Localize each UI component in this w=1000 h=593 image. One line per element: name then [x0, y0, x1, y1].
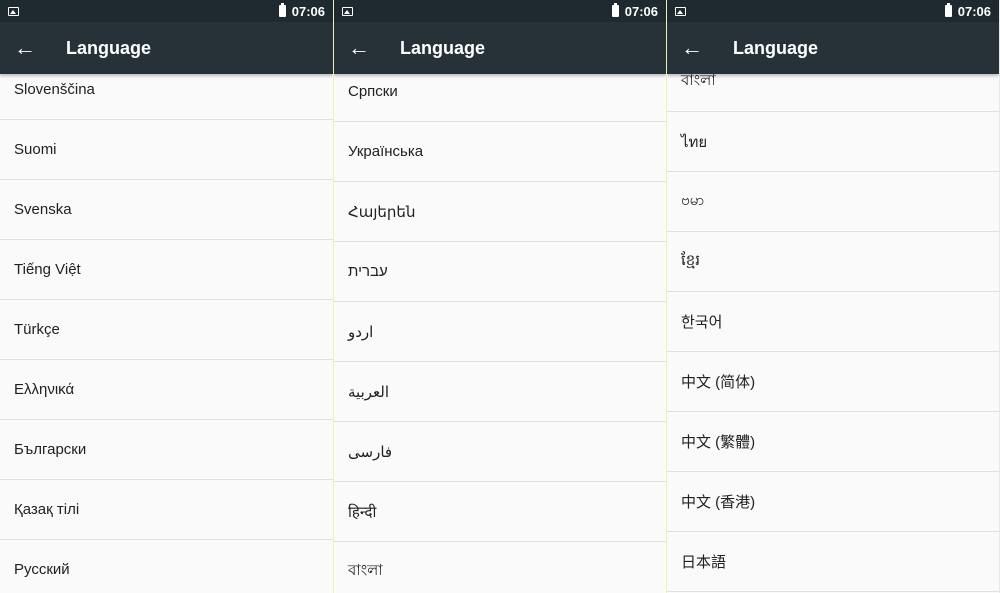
language-item[interactable]: ไทย — [667, 112, 999, 172]
language-item[interactable]: Tiếng Việt — [0, 240, 333, 300]
status-time: 07:06 — [957, 3, 991, 19]
language-item[interactable]: 中文 (繁體) — [667, 412, 999, 472]
language-item[interactable]: Русский — [0, 540, 333, 593]
language-item[interactable]: 한국어 — [667, 292, 999, 352]
language-item[interactable]: Українська — [334, 122, 666, 182]
language-item[interactable]: Български — [0, 420, 333, 480]
screen-1: 07:06 ← Language Slovenščina Suomi Svens… — [0, 0, 333, 593]
status-right: 07:06 — [944, 3, 991, 19]
language-list: Српски Українська Հայերեն עברית اردو الع… — [334, 62, 666, 593]
language-item[interactable]: اردو — [334, 302, 666, 362]
status-right: 07:06 — [278, 3, 325, 19]
gallery-notification-icon — [8, 6, 19, 16]
status-time: 07:06 — [291, 3, 325, 19]
status-bar: 07:06 — [667, 0, 999, 22]
app-bar: ← Language — [667, 22, 999, 74]
page-title: Language — [66, 37, 152, 58]
back-arrow-icon[interactable]: ← — [0, 22, 50, 74]
screen-3: 07:06 ← Language বাংলা ไทย ဗမာ ខ្មែរ 한국어… — [666, 0, 999, 593]
language-list: Slovenščina Suomi Svenska Tiếng Việt Tür… — [0, 60, 333, 593]
back-arrow-icon[interactable]: ← — [334, 22, 384, 74]
language-item[interactable]: हिन्दी — [334, 482, 666, 542]
language-item[interactable]: Ελληνικά — [0, 360, 333, 420]
language-item[interactable]: فارسی — [334, 422, 666, 482]
language-list: বাংলা ไทย ဗမာ ខ្មែរ 한국어 中文 (简体) 中文 (繁體) … — [667, 52, 999, 592]
battery-icon — [278, 3, 286, 17]
screens-container: 07:06 ← Language Slovenščina Suomi Svens… — [0, 0, 1000, 593]
language-item[interactable]: ខ្មែរ — [667, 232, 999, 292]
page-title: Language — [400, 37, 486, 58]
language-item[interactable]: 日本語 — [667, 532, 999, 592]
gallery-notification-icon — [675, 6, 686, 16]
language-item[interactable]: বাংলা — [334, 542, 666, 593]
language-item[interactable]: ဗမာ — [667, 172, 999, 232]
status-bar: 07:06 — [0, 0, 333, 22]
language-item[interactable]: Türkçe — [0, 300, 333, 360]
page-title: Language — [733, 37, 819, 58]
language-item[interactable]: עברית — [334, 242, 666, 302]
gallery-notification-icon — [342, 6, 353, 16]
app-bar: ← Language — [0, 22, 333, 74]
status-right: 07:06 — [611, 3, 658, 19]
language-item[interactable]: Svenska — [0, 180, 333, 240]
language-item[interactable]: Suomi — [0, 120, 333, 180]
language-item[interactable]: Հայերեն — [334, 182, 666, 242]
status-bar: 07:06 — [334, 0, 666, 22]
battery-icon — [611, 3, 619, 17]
app-bar: ← Language — [334, 22, 666, 74]
battery-icon — [944, 3, 952, 17]
back-arrow-icon[interactable]: ← — [667, 22, 717, 74]
language-item[interactable]: 中文 (简体) — [667, 352, 999, 412]
language-item[interactable]: Қазақ тілі — [0, 480, 333, 540]
language-item[interactable]: 中文 (香港) — [667, 472, 999, 532]
language-item[interactable]: العربية — [334, 362, 666, 422]
status-time: 07:06 — [624, 3, 658, 19]
screen-2: 07:06 ← Language Српски Українська Հայեր… — [333, 0, 666, 593]
